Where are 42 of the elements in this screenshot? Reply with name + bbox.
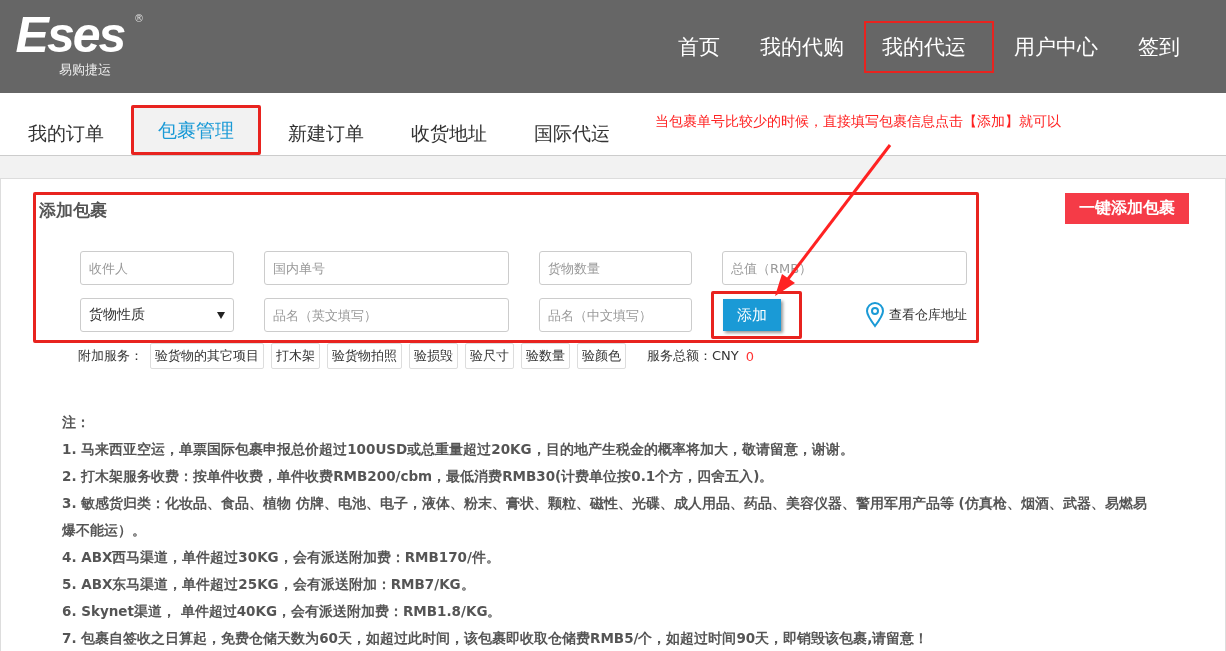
annotation-text: 当包裹单号比较少的时候，直接填写包裹信息点击【添加】就可以 [655,113,1061,131]
caret-icon [217,311,225,319]
notes-heading: 注： [62,413,91,432]
one-click-add-button[interactable]: 一键添加包裹 [1065,193,1189,224]
note-text: 1. 马来西亚空运，单票国际包裹申报总价超过100USD或总重量超过20KG，目的地产生税金的概率将加大，敬请留意，谢谢。 [62,440,855,459]
cargo-type-dropdown[interactable]: 货物性质 [80,298,234,332]
logo-subtitle: 易购捷运 [59,60,111,79]
form-title: 添加包裹 [39,199,108,222]
input-field[interactable]: 品名（英文填写） [264,298,509,332]
nav-link[interactable]: 我的代购 [740,20,864,73]
note-text: 4. ABX西马渠道，单件超过30KG，会有派送附加费：RMB170/件。 [62,548,501,567]
tab[interactable]: 我的订单 [8,109,124,155]
service-option[interactable]: 验颜色 [577,343,626,369]
service-option[interactable]: 打木架 [271,343,320,369]
note-text: 5. ABX东马渠道，单件超过25KG，会有派送附加：RMB7/KG。 [62,575,476,594]
service-option[interactable]: 验损毁 [409,343,458,369]
service-option[interactable]: 验数量 [521,343,570,369]
input-field[interactable]: 收件人 [80,251,234,285]
note-text: 2. 打木架服务收费：按单件收费，单件收费RMB200/cbm，最低消费RMB30(计费单位按0.1个方，四舍五入)。 [62,467,775,486]
warehouse-address-link[interactable]: 查看仓库地址 [865,302,967,328]
tab[interactable]: 收货地址 [391,109,507,155]
services-label: 附加服务： [78,347,143,365]
registered-mark: ® [134,12,144,24]
input-field[interactable]: 货物数量 [539,251,692,285]
nav-link[interactable]: 首页 [658,20,740,73]
service-option[interactable]: 验尺寸 [465,343,514,369]
note-text: 6. Skynet渠道， 单件超过40KG，会有派送附加费：RMB1.8/KG。 [62,602,503,621]
service-option[interactable]: 验货物拍照 [327,343,402,369]
logo-wordmark: Eses [15,8,125,61]
input-field[interactable]: 品名（中文填写） [539,298,692,332]
nav-link[interactable]: 用户中心 [994,20,1118,73]
service-total-value: 0 [745,348,755,364]
nav-link[interactable]: 签到 [1118,20,1200,73]
input-field[interactable]: 国内单号 [264,251,509,285]
nav-link[interactable]: 我的代运 [864,20,994,73]
tab[interactable]: 新建订单 [268,109,384,155]
service-option[interactable]: 验货物的其它项目 [150,343,264,369]
note-text: 3. 敏感货归类：化妆品、食品、植物 仿牌、电池、电子，液体、粉末、膏状、颗粒、磁性、光碟、成人用品、药品、美容仪器、警用军用产品等 (仿真枪、烟酒、武器、易燃易爆不能运）。 [62,494,1147,540]
service-total-label: 服务总额：CNY [647,347,739,365]
note-text: 7. 包裹自签收之日算起，免费仓储天数为60天，如超过此时间，该包裹即收取仓储费RMB5/个，如超过时间90天，即销毁该包裹,请留意！ [62,629,930,648]
tab[interactable]: 国际代运 [514,109,630,155]
location-pin-icon [865,302,885,328]
